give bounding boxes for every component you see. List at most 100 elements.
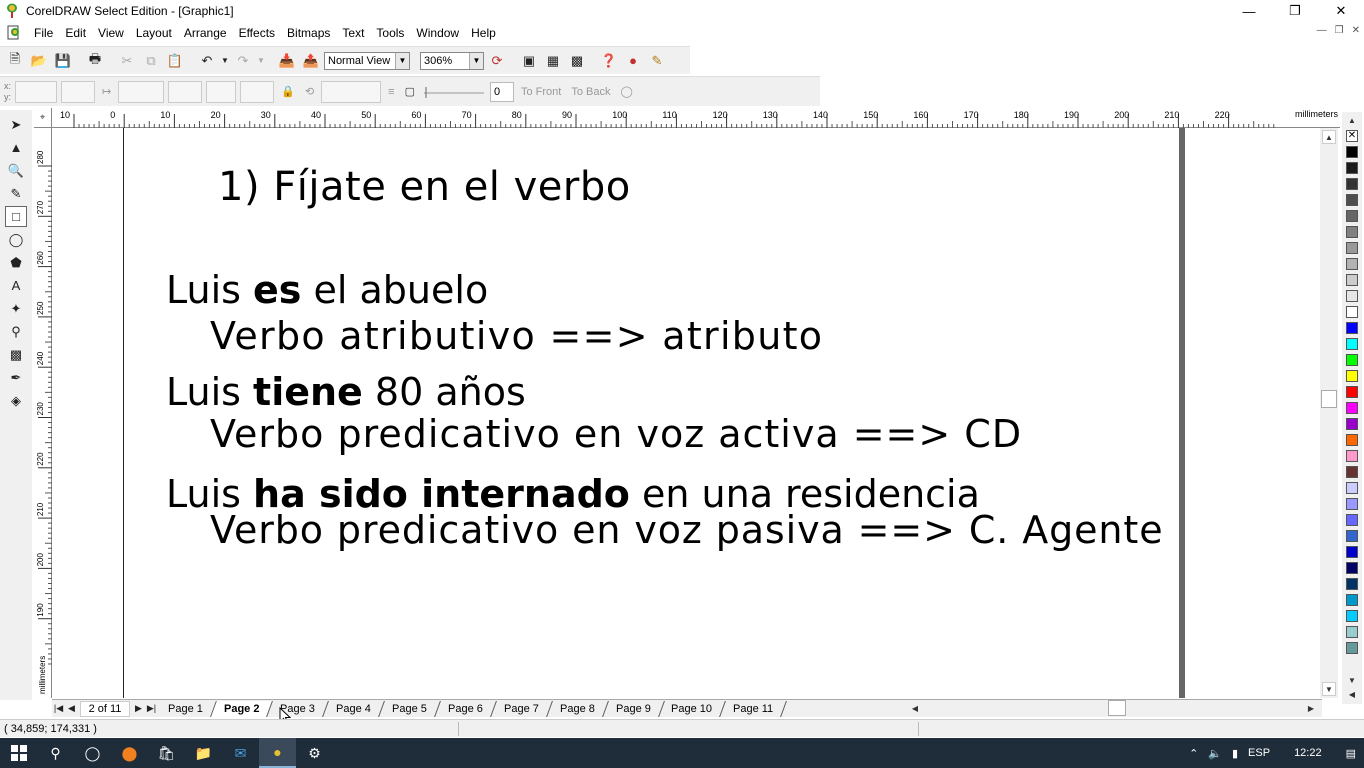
color-swatch[interactable]	[1346, 642, 1358, 654]
slide-line-predicativo-activa[interactable]: Verbo predicativo en voz activa ==> CD	[210, 412, 1022, 456]
undo-dropdown-icon[interactable]: ▼	[220, 50, 230, 72]
corner-roundness-slider[interactable]	[422, 85, 486, 99]
fill-tool-icon[interactable]: ◈	[5, 390, 27, 411]
windows-start-icon[interactable]	[0, 738, 37, 768]
menu-text[interactable]: Text	[336, 26, 370, 40]
menu-edit[interactable]: Edit	[59, 26, 92, 40]
undo-icon[interactable]: ↶	[196, 50, 218, 72]
mirror-icon[interactable]: ≡	[385, 86, 397, 98]
color-swatch[interactable]	[1346, 610, 1358, 622]
mail-icon[interactable]: ✉	[222, 738, 259, 768]
whats-this-help-icon[interactable]: ❓	[598, 50, 620, 72]
color-swatch[interactable]	[1346, 338, 1358, 350]
minimize-button[interactable]: —	[1226, 0, 1272, 22]
tutor-icon[interactable]: ●	[622, 50, 644, 72]
color-swatch[interactable]	[1346, 370, 1358, 382]
tab-page-2[interactable]: Page 2	[210, 700, 274, 717]
color-swatch[interactable]	[1346, 562, 1358, 574]
horizontal-scrollbar[interactable]: ◀ ▶	[908, 700, 1320, 716]
options-icon[interactable]: ▩	[566, 50, 588, 72]
to-back-button[interactable]: To Back	[568, 86, 613, 98]
coreldraw-taskbar-icon[interactable]: ●	[259, 738, 296, 768]
slide-heading[interactable]: 1) Fíjate en el verbo	[218, 164, 631, 210]
freehand-tool-icon[interactable]: ✎	[5, 183, 27, 204]
menu-effects[interactable]: Effects	[233, 26, 281, 40]
app-taskbar-icon[interactable]: ⚙	[296, 738, 333, 768]
color-swatch[interactable]	[1346, 450, 1358, 462]
pick-tool-icon[interactable]: ➤	[5, 114, 27, 135]
rectangle-tool-icon[interactable]: □	[5, 206, 27, 227]
horizontal-ruler[interactable]: 10 0 10 20 30 40 50 60 70 80 90 100 110 120 130 140 150 1…	[52, 108, 1340, 128]
chevron-up-icon[interactable]: ⌃	[1189, 747, 1198, 760]
maximize-button[interactable]: ❐	[1272, 0, 1318, 22]
color-swatch[interactable]	[1346, 194, 1358, 206]
tab-page-9[interactable]: Page 9	[602, 700, 665, 717]
next-page-icon[interactable]: ▶	[132, 701, 145, 717]
doc-minimize-button[interactable]: —	[1317, 25, 1327, 36]
color-swatch[interactable]	[1346, 578, 1358, 590]
menu-tools[interactable]: Tools	[370, 26, 410, 40]
vertical-scroll-thumb[interactable]	[1321, 390, 1337, 408]
tab-page-10[interactable]: Page 10	[658, 700, 727, 717]
menu-help[interactable]: Help	[465, 26, 502, 40]
palette-up-icon[interactable]: ▲	[1346, 114, 1358, 126]
battery-icon[interactable]: ▮	[1232, 747, 1238, 760]
eyedropper-tool-icon[interactable]: ⚲	[5, 321, 27, 342]
scroll-right-icon[interactable]: ▶	[1304, 701, 1318, 715]
color-swatch[interactable]	[1346, 434, 1358, 446]
color-swatch[interactable]	[1346, 162, 1358, 174]
color-swatch[interactable]	[1346, 482, 1358, 494]
menu-window[interactable]: Window	[410, 26, 465, 40]
tab-page-8[interactable]: Page 8	[546, 700, 609, 717]
color-swatch[interactable]	[1346, 514, 1358, 526]
zoom-tool-icon[interactable]: 🔍	[5, 160, 27, 181]
convert-to-curves-icon[interactable]: ◯	[617, 85, 635, 98]
menu-bitmaps[interactable]: Bitmaps	[281, 26, 336, 40]
tab-page-6[interactable]: Page 6	[435, 700, 497, 717]
scroll-up-icon[interactable]: ▲	[1322, 130, 1336, 144]
wizard-icon[interactable]: ✎	[646, 50, 668, 72]
doc-restore-button[interactable]: ❐	[1335, 25, 1344, 36]
no-fill-swatch[interactable]: ✕	[1346, 130, 1358, 142]
document-icon[interactable]	[6, 25, 22, 41]
refresh-icon[interactable]: ⟳	[486, 50, 508, 72]
import-icon[interactable]: 📥	[276, 50, 298, 72]
export-icon[interactable]: 📤	[300, 50, 322, 72]
print-icon[interactable]: 🖶	[84, 50, 106, 72]
color-swatch[interactable]	[1346, 626, 1358, 638]
menu-view[interactable]: View	[92, 26, 130, 40]
save-icon[interactable]: 💾	[52, 50, 74, 72]
color-swatch[interactable]	[1346, 354, 1358, 366]
zoom-select[interactable]: 306% ▼	[420, 51, 484, 70]
position-field[interactable]	[15, 80, 58, 103]
corel-online-icon[interactable]: ▦	[542, 50, 564, 72]
view-mode-select[interactable]: Normal View ▼	[324, 51, 410, 70]
interactive-tool-icon[interactable]: ✦	[5, 298, 27, 319]
slide-line-luis-es[interactable]: Luis es el abuelo	[166, 268, 488, 312]
color-swatch[interactable]	[1346, 530, 1358, 542]
lock-ratio-icon[interactable]: 🔒	[278, 85, 298, 98]
task-view-icon[interactable]: ◯	[74, 738, 111, 768]
tab-page-11[interactable]: Page 11	[720, 700, 788, 717]
volume-icon[interactable]: 🔈	[1208, 747, 1222, 760]
notifications-icon[interactable]: ▤	[1346, 747, 1356, 760]
close-button[interactable]: ✕	[1318, 0, 1364, 22]
interactive-fill-tool-icon[interactable]: ▩	[5, 344, 27, 365]
edge-browser-icon[interactable]: ⬤	[111, 738, 148, 768]
color-swatch[interactable]	[1346, 274, 1358, 286]
palette-expand-icon[interactable]: ◀	[1346, 688, 1358, 700]
scale-spinner[interactable]	[240, 80, 275, 103]
position-spinner[interactable]	[61, 80, 96, 103]
doc-close-button[interactable]: ✕	[1352, 25, 1360, 36]
cut-icon[interactable]: ✂	[116, 50, 138, 72]
menu-file[interactable]: File	[28, 26, 59, 40]
size-field[interactable]	[118, 80, 165, 103]
color-swatch[interactable]	[1346, 178, 1358, 190]
ellipse-tool-icon[interactable]: ◯	[5, 229, 27, 250]
open-folder-icon[interactable]: 📂	[28, 50, 50, 72]
color-swatch[interactable]	[1346, 594, 1358, 606]
color-swatch[interactable]	[1346, 418, 1358, 430]
tab-page-4[interactable]: Page 4	[323, 700, 386, 717]
tab-page-1[interactable]: Page 1	[155, 700, 217, 717]
polygon-tool-icon[interactable]: ⬟	[5, 252, 27, 273]
